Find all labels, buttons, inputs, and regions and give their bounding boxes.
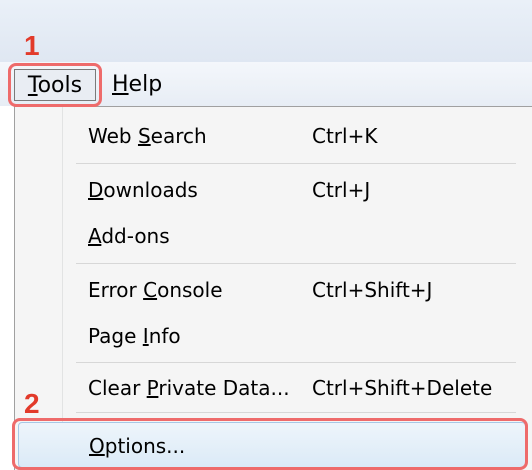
label-pre: Error (88, 278, 144, 302)
menu-item-label: Web Search (88, 112, 207, 160)
label-mnemonic: D (88, 178, 104, 202)
menu-item-shortcut: Ctrl+Shift+J (312, 278, 433, 302)
menu-item-page-info[interactable]: Page Info (14, 312, 532, 360)
page-edge (0, 106, 14, 470)
label-post: onsole (157, 278, 223, 302)
annotation-step-1: 1 (24, 30, 40, 61)
label-mnemonic: A (88, 224, 102, 248)
label-post: nfo (148, 324, 181, 348)
menu-separator (76, 163, 516, 164)
menu-item-clear-private-data[interactable]: Clear Private Data... Ctrl+Shift+Delete (14, 364, 532, 412)
menu-help[interactable]: Help (108, 69, 178, 101)
menu-item-web-search[interactable]: Web Search Ctrl+K (14, 112, 532, 160)
menu-item-error-console[interactable]: Error Console Ctrl+Shift+J (14, 266, 532, 314)
annotation-highlight-tools (8, 63, 102, 107)
annotation-step-2: 2 (24, 388, 40, 419)
menu-separator (76, 362, 516, 363)
label-post: ownloads (103, 178, 198, 202)
menu-item-label: Add-ons (88, 212, 170, 260)
menu-item-downloads[interactable]: Downloads Ctrl+J (14, 166, 532, 214)
menu-item-label: Error Console (88, 266, 223, 314)
menu-item-shortcut: Ctrl+Shift+Delete (312, 376, 493, 400)
menu-item-label: Downloads (88, 166, 198, 214)
menu-item-shortcut: Ctrl+J (312, 178, 371, 202)
menu-item-label: Page Info (88, 312, 181, 360)
menu-help-post: elp (128, 72, 163, 97)
label-mnemonic: P (146, 376, 159, 400)
menu-help-mnemonic: H (112, 72, 129, 97)
menu-separator (76, 263, 516, 264)
label-post: rivate Data... (158, 376, 290, 400)
label-pre: Page (88, 324, 143, 348)
label-pre: Web (88, 124, 138, 148)
label-mnemonic: S (137, 124, 151, 148)
label-mnemonic: C (143, 278, 158, 302)
label-post: earch (150, 124, 207, 148)
label-post: dd-ons (101, 224, 170, 248)
menu-item-add-ons[interactable]: Add-ons (14, 212, 532, 260)
label-pre: Clear (88, 376, 147, 400)
menu-item-label: Clear Private Data... (88, 364, 290, 412)
menu-separator (76, 412, 516, 413)
menu-item-shortcut: Ctrl+K (312, 124, 378, 148)
toolbar-area (0, 0, 532, 62)
annotation-highlight-options (12, 418, 528, 470)
